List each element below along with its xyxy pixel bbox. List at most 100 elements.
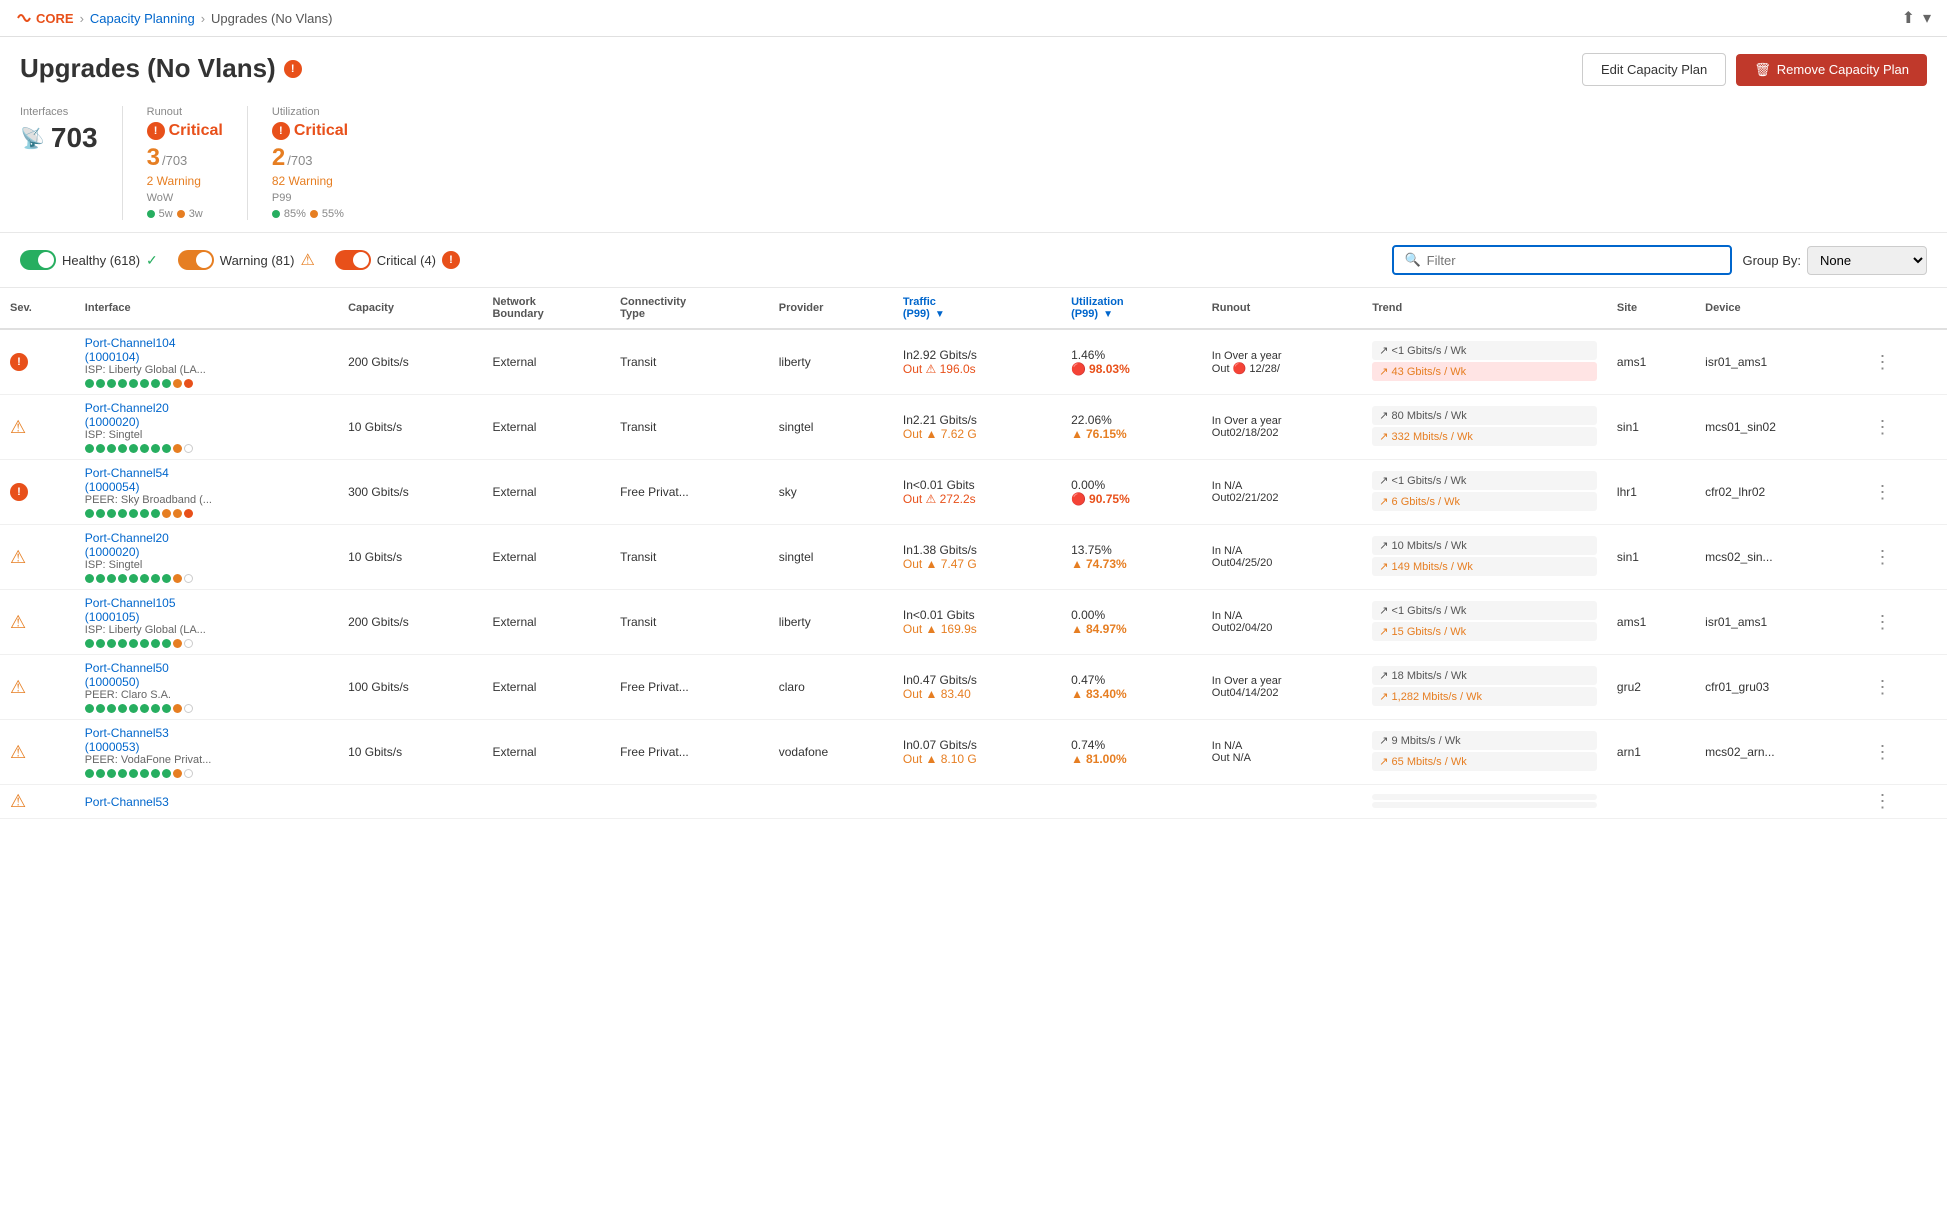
cell-traffic: In0.47 Gbits/s Out ▲ 83.40 (893, 655, 1061, 720)
breadcrumb-capacity-planning[interactable]: Capacity Planning (90, 11, 195, 26)
share-icon[interactable]: ⬆ (1902, 8, 1915, 28)
trend2: ↗ 149 Mbits/s / Wk (1372, 557, 1597, 576)
cell-conn-type: Transit (610, 329, 769, 395)
cell-trend: ↗ 9 Mbits/s / Wk ↗ 65 Mbits/s / Wk (1362, 720, 1607, 785)
top-nav: CORE › Capacity Planning › Upgrades (No … (0, 0, 1947, 37)
dots-row (85, 379, 328, 388)
traffic-in: In0.47 Gbits/s (903, 673, 1051, 687)
cell-traffic: In<0.01 Gbits Out ▲ 169.9s (893, 590, 1061, 655)
interface-name[interactable]: Port-Channel105(1000105) (85, 596, 328, 624)
cell-more-actions: ⋮ (1857, 655, 1947, 720)
dot (85, 639, 94, 648)
runout-in: In Over a year (1212, 350, 1352, 362)
cell-traffic: In<0.01 Gbits Out ⚠ 272.2s (893, 460, 1061, 525)
healthy-toggle-group: Healthy (618) ✓ (20, 250, 158, 270)
row-more-button[interactable]: ⋮ (1867, 480, 1897, 504)
remove-capacity-plan-button[interactable]: 🗑 Remove Capacity Plan (1736, 54, 1927, 86)
cell-runout: In Over a year Out 🔴 12/28/ (1202, 329, 1362, 395)
dots-row (85, 509, 328, 518)
row-more-button[interactable]: ⋮ (1867, 350, 1897, 374)
traffic-in: In<0.01 Gbits (903, 608, 1051, 622)
table-row: ! Port-Channel54(1000054) PEER: Sky Broa… (0, 460, 1947, 525)
dot (85, 509, 94, 518)
dots-row (85, 639, 328, 648)
col-utilization[interactable]: Utilization(P99) ▼ (1061, 288, 1202, 329)
util-warn-icon: ▲ (1071, 752, 1083, 766)
sev-critical-icon: ! (10, 483, 28, 501)
cell-device: mcs01_sin02 (1695, 395, 1857, 460)
critical-toggle[interactable] (335, 250, 371, 270)
cell-device (1695, 785, 1857, 819)
traffic-out: Out ▲ 7.47 G (903, 557, 1051, 571)
interface-name[interactable]: Port-Channel50(1000050) (85, 661, 328, 689)
cell-utilization: 0.74% ▲ 81.00% (1061, 720, 1202, 785)
cell-site: ams1 (1607, 329, 1695, 395)
interface-sub: PEER: Sky Broadband (... (85, 494, 328, 506)
cell-trend: ↗ <1 Gbits/s / Wk ↗ 6 Gbits/s / Wk (1362, 460, 1607, 525)
cell-site: sin1 (1607, 525, 1695, 590)
cell-runout: In N/A Out02/21/202 (1202, 460, 1362, 525)
dot (107, 704, 116, 713)
dot (140, 379, 149, 388)
cell-sev: ! (0, 460, 75, 525)
row-more-button[interactable]: ⋮ (1867, 675, 1897, 699)
row-more-button[interactable]: ⋮ (1867, 740, 1897, 764)
dot (129, 444, 138, 453)
warning-toggle[interactable] (178, 250, 214, 270)
traffic-out: Out ▲ 8.10 G (903, 752, 1051, 766)
cell-boundary: External (482, 655, 610, 720)
filter-bar: Healthy (618) ✓ Warning (81) ⚠ Critical … (0, 233, 1947, 288)
cell-boundary: External (482, 525, 610, 590)
dot (140, 639, 149, 648)
interface-name[interactable]: Port-Channel20(1000020) (85, 401, 328, 429)
warning-label: Warning (81) (220, 253, 295, 268)
cell-trend: ↗ 18 Mbits/s / Wk ↗ 1,282 Mbits/s / Wk (1362, 655, 1607, 720)
cell-trend: ↗ <1 Gbits/s / Wk ↗ 15 Gbits/s / Wk (1362, 590, 1607, 655)
filter-toggles: Healthy (618) ✓ Warning (81) ⚠ Critical … (20, 250, 460, 270)
cell-utilization: 1.46% 🔴 98.03% (1061, 329, 1202, 395)
col-site: Site (1607, 288, 1695, 329)
trend2 (1372, 802, 1597, 808)
dot (184, 769, 193, 778)
cell-boundary: External (482, 460, 610, 525)
cell-more-actions: ⋮ (1857, 329, 1947, 395)
cell-runout (1202, 785, 1362, 819)
row-more-button[interactable]: ⋮ (1867, 610, 1897, 634)
interface-name[interactable]: Port-Channel54(1000054) (85, 466, 328, 494)
trend1: ↗ 80 Mbits/s / Wk (1372, 406, 1597, 425)
runout-out: Out02/21/202 (1212, 492, 1352, 504)
row-more-button[interactable]: ⋮ (1867, 415, 1897, 439)
edit-capacity-plan-button[interactable]: Edit Capacity Plan (1582, 53, 1726, 86)
runout-dot1-label: 5w (159, 208, 173, 220)
interface-name[interactable]: Port-Channel53 (85, 795, 328, 809)
col-traffic[interactable]: Traffic(P99) ▼ (893, 288, 1061, 329)
cell-utilization: 0.00% 🔴 90.75% (1061, 460, 1202, 525)
dot (173, 769, 182, 778)
menu-icon[interactable]: ▾ (1923, 8, 1931, 28)
dots-row (85, 574, 328, 583)
cell-traffic: In0.07 Gbits/s Out ▲ 8.10 G (893, 720, 1061, 785)
cell-utilization: 13.75% ▲ 74.73% (1061, 525, 1202, 590)
cell-interface: Port-Channel105(1000105) ISP: Liberty Gl… (75, 590, 338, 655)
util-out: 🔴 90.75% (1071, 492, 1192, 506)
search-input[interactable] (1427, 253, 1721, 268)
healthy-toggle[interactable] (20, 250, 56, 270)
group-by-select[interactable]: None Site Device Provider (1807, 246, 1927, 275)
row-more-button[interactable]: ⋮ (1867, 545, 1897, 569)
page-title-text: Upgrades (No Vlans) (20, 53, 276, 84)
row-more-button[interactable]: ⋮ (1867, 789, 1897, 813)
interface-name[interactable]: Port-Channel20(1000020) (85, 531, 328, 559)
interface-name[interactable]: Port-Channel104(1000104) (85, 336, 328, 364)
interface-sub: PEER: Claro S.A. (85, 689, 328, 701)
dot (96, 509, 105, 518)
interface-name[interactable]: Port-Channel53(1000053) (85, 726, 328, 754)
runout-in: In N/A (1212, 545, 1352, 557)
dot (107, 444, 116, 453)
dot (96, 639, 105, 648)
cell-provider: sky (769, 460, 893, 525)
util-sub-label: P99 (272, 192, 292, 204)
breadcrumb-current: Upgrades (No Vlans) (211, 11, 332, 26)
col-conn-type: ConnectivityType (610, 288, 769, 329)
dot (173, 639, 182, 648)
util-in: 22.06% (1071, 413, 1192, 427)
